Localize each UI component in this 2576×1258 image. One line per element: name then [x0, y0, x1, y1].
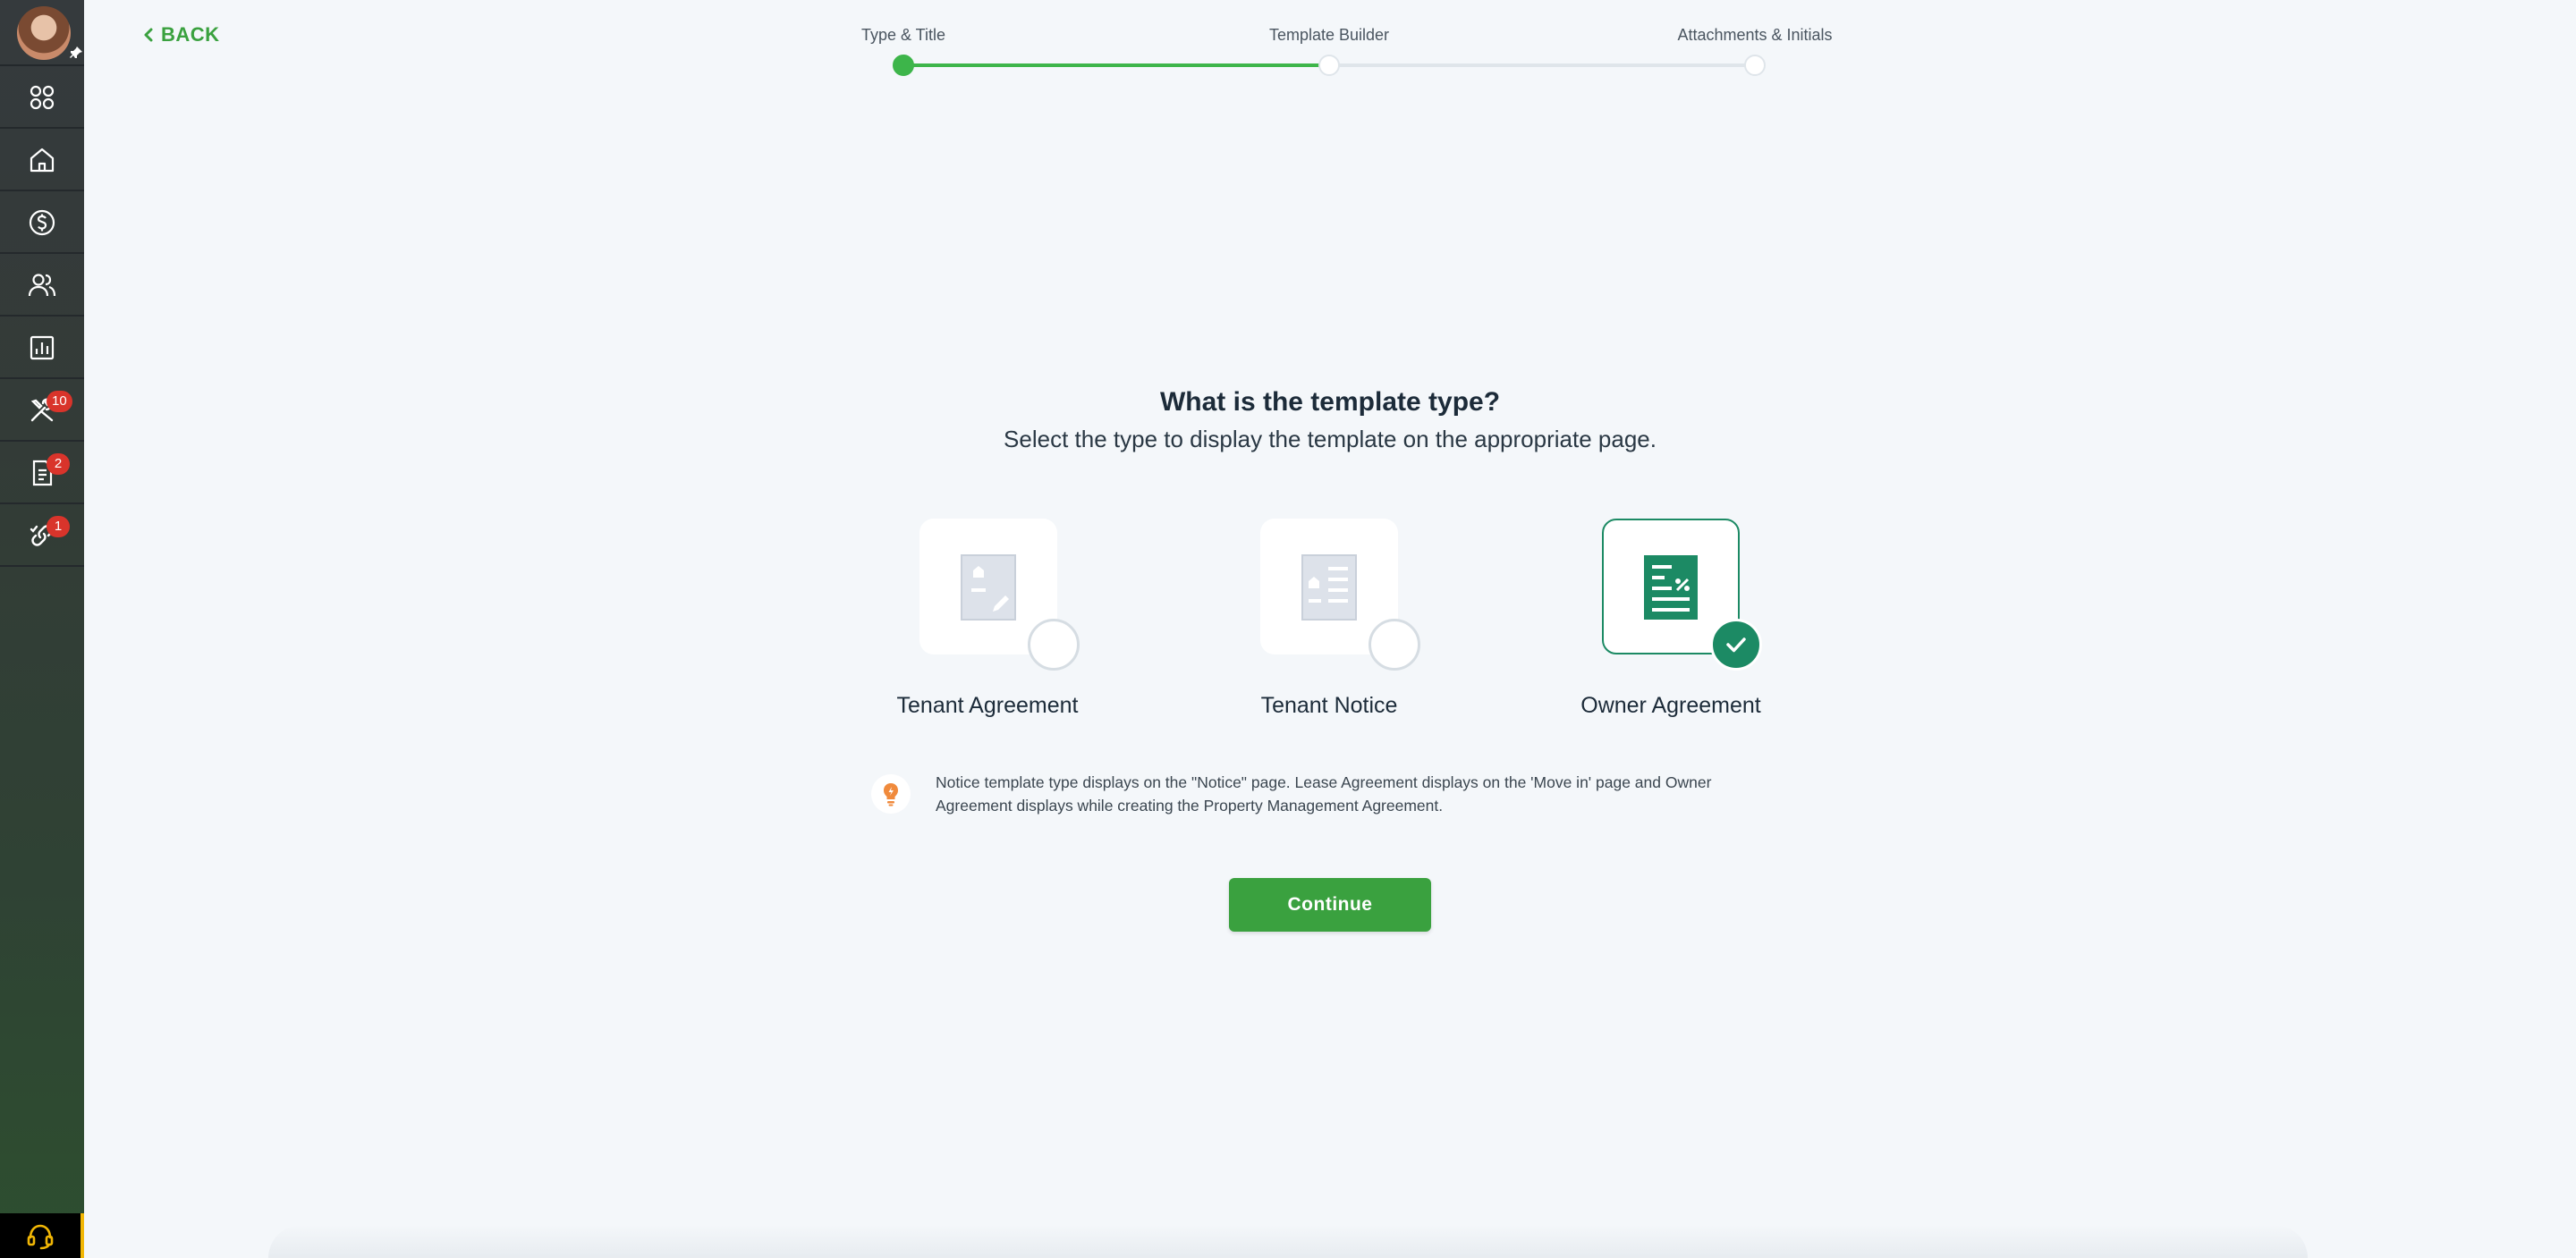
- connections-count-badge: 1: [47, 516, 70, 537]
- checkmark-icon: [1726, 637, 1746, 653]
- owner-agreement-label: Owner Agreement: [1580, 693, 1761, 718]
- tenant-notice-label: Tenant Notice: [1260, 693, 1398, 718]
- tip-icon-wrapper: [871, 774, 911, 814]
- owner-doc-icon: [1644, 555, 1698, 620]
- page-title: What is the template type?: [1159, 387, 1501, 417]
- sidebar-item-reports[interactable]: [0, 318, 84, 379]
- sidebar-item-maintenance[interactable]: 10: [0, 381, 84, 442]
- tenant-agreement-radio[interactable]: [1028, 619, 1080, 671]
- step-label-attachments: Attachments & Initials: [1677, 26, 1833, 44]
- apps-grid-icon: [30, 85, 55, 110]
- step-label-type-title: Type & Title: [860, 26, 946, 44]
- step-track-completed: [903, 63, 1329, 67]
- step-track-pending: [1329, 63, 1755, 67]
- home-icon: [30, 148, 55, 173]
- sidebar-item-documents[interactable]: 2: [0, 443, 84, 504]
- sidebar-item-contacts[interactable]: [0, 256, 84, 317]
- tenant-notice-radio[interactable]: [1368, 619, 1420, 671]
- sidebar-item-dashboard[interactable]: [0, 68, 84, 129]
- chevron-left-icon: [144, 28, 153, 42]
- sidebar: 10 2 1: [0, 0, 84, 1258]
- page-subtitle: Select the type to display the template …: [1004, 426, 1657, 452]
- back-label: BACK: [161, 23, 220, 46]
- maintenance-count-badge: 10: [47, 391, 72, 412]
- notice-doc-icon: [1301, 554, 1357, 621]
- template-type-info-text: Notice template type displays on the "No…: [936, 773, 1712, 815]
- bar-chart-icon: [30, 335, 55, 360]
- back-button[interactable]: BACK: [143, 23, 220, 46]
- step-label-template-builder: Template Builder: [1268, 26, 1390, 44]
- bottom-panel-edge: [268, 1225, 2308, 1258]
- dollar-circle-icon: [29, 209, 55, 236]
- pin-icon[interactable]: [69, 46, 83, 60]
- sidebar-item-connections[interactable]: 1: [0, 506, 84, 567]
- headset-icon: [27, 1224, 54, 1250]
- step-dot-attachments: [1744, 55, 1766, 76]
- step-dot-type-title: [893, 55, 914, 76]
- sidebar-item-properties[interactable]: [0, 131, 84, 191]
- help-support-button[interactable]: [0, 1213, 84, 1258]
- sidebar-profile[interactable]: [0, 0, 84, 66]
- agreement-doc-icon: [961, 554, 1016, 621]
- sidebar-item-accounting[interactable]: [0, 193, 84, 254]
- step-dot-template-builder: [1318, 55, 1340, 76]
- people-icon: [28, 274, 56, 297]
- lightbulb-icon: [884, 783, 898, 806]
- documents-count-badge: 2: [47, 453, 70, 475]
- tenant-agreement-label: Tenant Agreement: [896, 693, 1079, 718]
- continue-button[interactable]: Continue: [1229, 878, 1431, 932]
- owner-agreement-radio[interactable]: [1710, 619, 1762, 671]
- avatar[interactable]: [17, 6, 71, 60]
